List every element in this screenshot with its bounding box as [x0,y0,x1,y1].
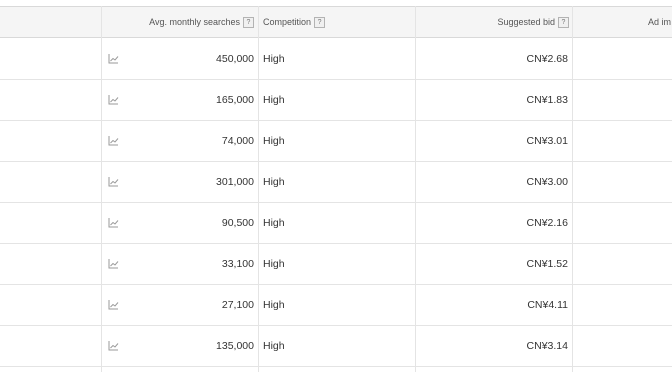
suggested-bid-value: CN¥4.11 [527,299,568,311]
avg-monthly-searches-value: 135,000 [216,340,254,352]
avg-monthly-searches-value: 74,000 [221,135,254,147]
suggested-bid-value: CN¥2.16 [526,217,568,229]
avg-monthly-searches-value: 27,100 [221,299,254,311]
column-divider [415,6,416,372]
suggested-bid-value: CN¥3.00 [526,176,568,188]
line-chart-icon[interactable] [108,135,119,146]
suggested-bid-value: CN¥1.83 [526,94,568,106]
suggested-bid-value: CN¥3.01 [526,135,568,147]
column-divider [572,6,573,372]
avg-monthly-searches-value: 301,000 [216,176,254,188]
help-icon[interactable]: ? [243,17,254,29]
competition-value: High [263,340,285,352]
line-chart-icon[interactable] [108,94,119,105]
avg-monthly-searches-value: 90,500 [221,217,254,229]
line-chart-icon[interactable] [108,258,119,269]
suggested-bid-value: CN¥2.68 [526,53,568,65]
competition-value: High [263,217,285,229]
line-chart-icon[interactable] [108,217,119,228]
competition-value: High [263,258,285,270]
help-icon[interactable]: ? [314,17,326,29]
competition-value: High [263,53,285,65]
avg-monthly-searches-value: 450,000 [216,53,254,65]
avg-monthly-searches-value: 33,100 [221,258,254,270]
column-header-suggested-bid[interactable]: Suggested bid? [497,7,569,38]
competition-value: High [263,135,285,147]
help-icon[interactable]: ? [558,17,569,29]
column-header-avg-monthly-searches[interactable]: Avg. monthly searches? [149,7,254,38]
column-header-competition[interactable]: Competition? [263,7,326,38]
column-header-label: Competition [263,17,312,27]
suggested-bid-value: CN¥3.14 [526,340,568,352]
competition-value: High [263,94,285,106]
keyword-ideas-table: Avg. monthly searches? Competition? Sugg… [0,0,672,372]
column-header-label: Ad im [648,17,672,27]
column-divider [258,6,259,372]
line-chart-icon[interactable] [108,53,119,64]
column-header-label: Avg. monthly searches [149,17,240,27]
suggested-bid-value: CN¥1.52 [526,258,568,270]
line-chart-icon[interactable] [108,299,119,310]
competition-value: High [263,176,285,188]
avg-monthly-searches-value: 165,000 [216,94,254,106]
column-header-ad-impression-share[interactable]: Ad im [648,7,671,38]
column-divider [101,6,102,372]
column-header-label: Suggested bid [497,17,555,27]
line-chart-icon[interactable] [108,176,119,187]
competition-value: High [263,299,285,311]
line-chart-icon[interactable] [108,340,119,351]
